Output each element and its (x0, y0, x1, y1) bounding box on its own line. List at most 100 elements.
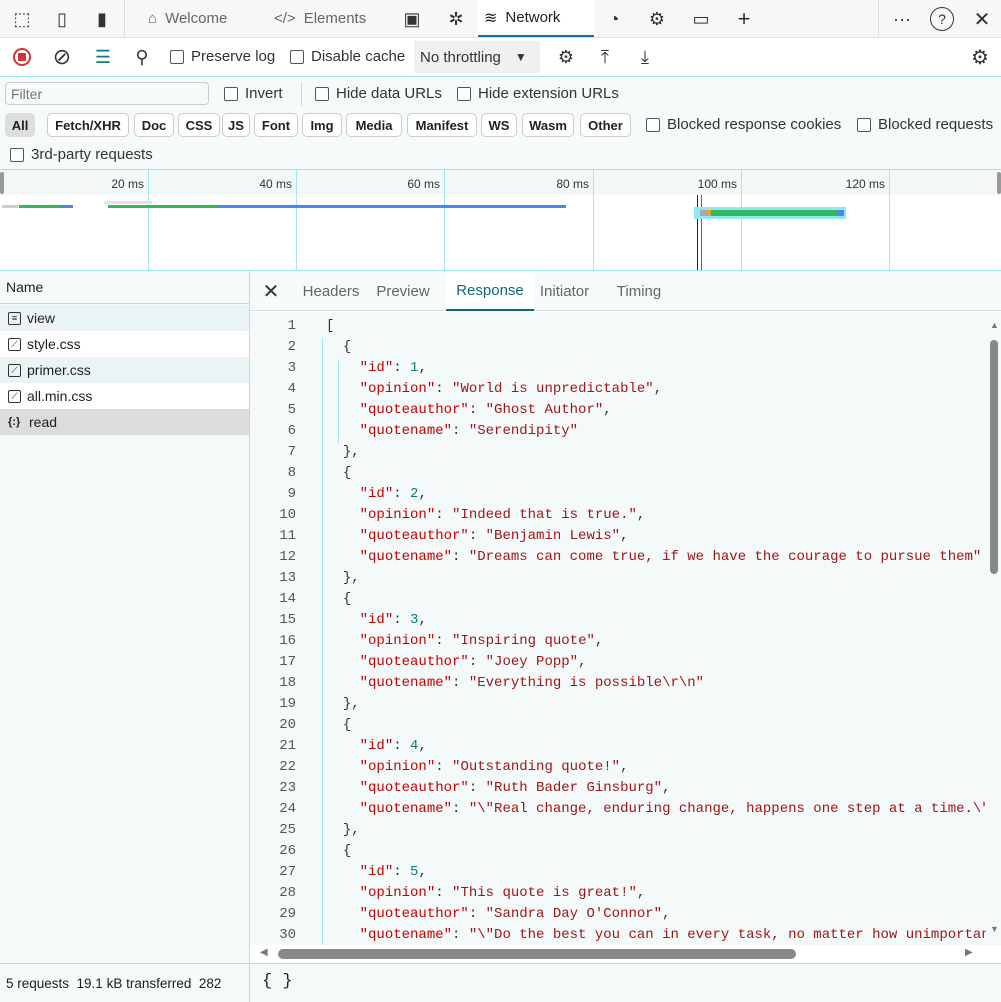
filter-type-other[interactable]: Other (580, 113, 631, 137)
scroll-down-icon[interactable]: ▼ (990, 924, 999, 934)
waterfall-bar (19, 205, 61, 208)
filter-type-all[interactable]: All (5, 113, 35, 137)
inspect-element-icon[interactable]: ⬚ (10, 8, 34, 30)
preserve-log-checkbox[interactable]: Preserve log (170, 48, 275, 65)
code-line: { (342, 465, 352, 481)
blocked-response-cookies-checkbox[interactable]: Blocked response cookies (646, 116, 841, 133)
code-line: [ (326, 318, 335, 334)
request-row[interactable]: ⟋ all.min.css (0, 383, 249, 409)
record-button[interactable] (10, 45, 34, 69)
filter-type-doc[interactable]: Doc (134, 113, 174, 137)
overview-right-handle[interactable] (997, 172, 1001, 194)
request-row[interactable]: ≡ view (0, 305, 249, 331)
tab-elements[interactable]: </> Elements (268, 0, 372, 37)
code-line: "quotename": "Everything is possible\r\n… (359, 675, 705, 691)
add-tab-icon[interactable]: + (732, 6, 756, 31)
dock-side-icon[interactable]: ▮ (90, 8, 114, 30)
throttling-select[interactable]: No throttling ▼ (414, 41, 540, 73)
scroll-right-icon[interactable]: ▶ (965, 947, 973, 958)
network-overview-timeline[interactable]: 20 ms 40 ms 60 ms 80 ms 100 ms 120 ms (0, 170, 1001, 271)
disable-cache-checkbox[interactable]: Disable cache (290, 48, 405, 65)
request-row[interactable]: ⟋ primer.css (0, 357, 249, 383)
filter-type-manifest[interactable]: Manifest (407, 113, 477, 137)
vertical-scrollbar[interactable]: ▲ ▼ (986, 312, 1001, 945)
more-icon[interactable]: ··· (890, 8, 914, 30)
hide-extension-urls-checkbox[interactable]: Hide extension URLs (457, 85, 619, 102)
code-line: { (342, 843, 352, 859)
throttling-value: No throttling (420, 48, 501, 66)
response-viewer[interactable]: 1 [2 {3 "id": 1, 4 "opinion": "World is un… (250, 312, 986, 945)
timeline-gridline (593, 170, 594, 270)
timeline-gridline (741, 170, 742, 270)
code-line: { (342, 339, 352, 355)
request-row[interactable]: ⟋ style.css (0, 331, 249, 357)
code-line: "opinion": "Indeed that is true.", (359, 507, 646, 523)
waterfall-bar (218, 205, 566, 208)
clear-icon[interactable]: ⊘ (50, 44, 74, 69)
timeline-tick-label: 20 ms (111, 177, 144, 191)
chevron-down-icon: ▼ (514, 50, 527, 64)
tab-response[interactable]: Response (446, 271, 534, 311)
code-line: "quotename": "Dreams can come true, if w… (359, 549, 982, 565)
code-icon: </> (274, 10, 296, 27)
tab-preview[interactable]: Preview (371, 271, 435, 311)
tab-timing[interactable]: Timing (610, 271, 668, 311)
blocked-requests-checkbox[interactable]: Blocked requests (857, 116, 993, 133)
filter-type-media[interactable]: Media (346, 113, 402, 137)
tab-network[interactable]: ≋ Network (478, 0, 594, 37)
horizontal-scroll-thumb[interactable] (278, 949, 796, 959)
performance-icon[interactable]: ◔ (602, 8, 626, 30)
tab-headers[interactable]: Headers (292, 271, 370, 311)
vertical-scroll-thumb[interactable] (990, 340, 998, 574)
line-number: 28 (279, 885, 296, 901)
close-detail-icon[interactable]: ✕ (260, 280, 282, 303)
device-emulation-icon[interactable]: ▯ (50, 8, 74, 30)
third-party-requests-label: 3rd-party requests (31, 146, 153, 163)
filter-type-font[interactable]: Font (254, 113, 298, 137)
bug-icon[interactable]: ✲ (444, 8, 468, 30)
waterfall-bar (108, 205, 218, 208)
tab-label: Network (505, 9, 561, 26)
tab-welcome[interactable]: ⌂ Welcome (142, 0, 233, 37)
line-number: 29 (279, 906, 296, 922)
divider (878, 0, 879, 37)
export-har-icon[interactable]: ⤓ (633, 45, 657, 69)
pretty-print-button[interactable]: { } (262, 972, 293, 991)
line-number: 13 (279, 570, 296, 586)
request-row[interactable]: {:} read (0, 409, 249, 435)
filter-type-js[interactable]: JS (222, 113, 250, 137)
invert-checkbox[interactable]: Invert (224, 85, 283, 102)
code-line: "opinion": "World is unpredictable", (359, 381, 663, 397)
filter-type-css[interactable]: CSS (178, 113, 220, 137)
third-party-requests-checkbox[interactable]: 3rd-party requests (10, 146, 153, 163)
application-icon[interactable]: ▭ (689, 8, 713, 30)
filter-input[interactable] (5, 82, 209, 105)
tab-initiator[interactable]: Initiator (533, 271, 596, 311)
import-har-icon[interactable]: ⤒ (593, 45, 617, 69)
filter-type-wasm[interactable]: Wasm (522, 113, 574, 137)
overview-left-handle[interactable] (0, 172, 4, 194)
home-icon: ⌂ (148, 10, 158, 27)
network-toolbar: ⊘ ☰ ⚲ Preserve log Disable cache No thro… (0, 38, 1001, 77)
memory-chip-icon[interactable]: ⚙ (645, 8, 669, 30)
network-conditions-icon[interactable]: ⚙ (554, 45, 578, 69)
invert-label: Invert (245, 85, 283, 102)
line-number: 26 (279, 843, 296, 859)
horizontal-scrollbar[interactable]: ◀ ▶ (250, 945, 1001, 963)
status-bar: 5 requests 19.1 kB transferred 282 { } (0, 963, 1001, 1002)
filter-toggle-icon[interactable]: ☰ (88, 43, 118, 71)
indent-guide (322, 338, 323, 945)
search-icon[interactable]: ⚲ (130, 45, 154, 69)
filter-type-fetchxhr[interactable]: Fetch/XHR (47, 113, 129, 137)
name-column-header[interactable]: Name (0, 271, 249, 304)
filter-type-ws[interactable]: WS (481, 113, 517, 137)
help-icon[interactable]: ? (930, 7, 954, 31)
scroll-up-icon[interactable]: ▲ (990, 320, 999, 330)
filter-type-img[interactable]: Img (302, 113, 342, 137)
scroll-left-icon[interactable]: ◀ (260, 947, 268, 958)
hide-data-urls-checkbox[interactable]: Hide data URLs (315, 85, 442, 102)
close-devtools-icon[interactable]: ✕ (970, 8, 994, 31)
line-number: 21 (279, 738, 296, 754)
settings-gear-icon[interactable]: ⚙ (968, 45, 992, 69)
console-icon[interactable]: ▣ (400, 8, 424, 30)
